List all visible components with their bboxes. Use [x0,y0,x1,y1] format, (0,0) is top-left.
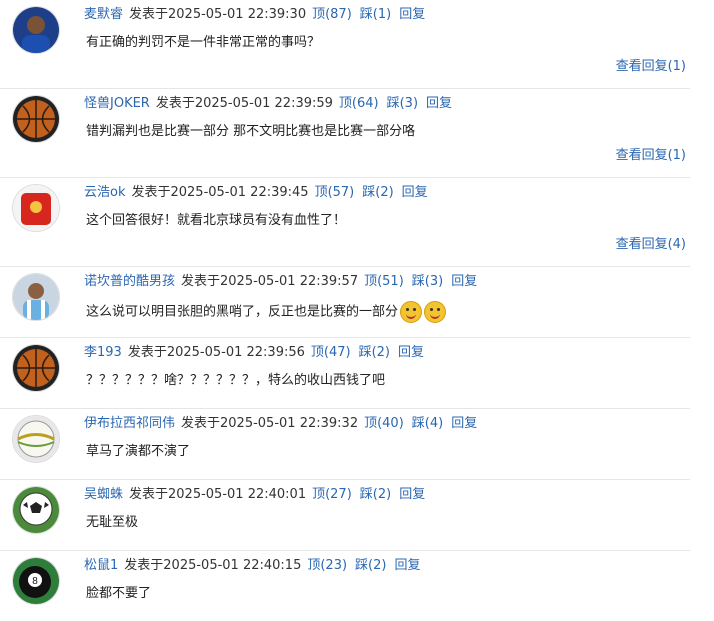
downvote-button[interactable]: 踩(3) [412,274,443,289]
post-time: 发表于2025-05-01 22:39:45 [131,185,309,200]
comment-text-body: 这么说可以明目张胆的黑哨了，反正也是比赛的一部分 [86,304,399,320]
post-time: 发表于2025-05-01 22:39:56 [127,345,305,360]
comment-meta: 怪兽JOKER 发表于2025-05-01 22:39:59 顶(64) 踩(3) 回复 [84,95,460,113]
comment-meta: 麦默睿 发表于2025-05-01 22:39:30 顶(87) 踩(1) 回复 [84,6,433,24]
post-time: 发表于2025-05-01 22:39:59 [155,96,333,111]
comment-text: 有正确的判罚不是一件非常正常的事吗？ [86,35,321,50]
post-time: 发表于2025-05-01 22:40:15 [124,558,302,573]
reply-button[interactable]: 回复 [402,185,428,200]
username-link[interactable]: 伊布拉西祁同伟 [84,416,175,431]
avatar[interactable] [12,95,60,143]
comment-text: 这么说可以明目张胆的黑哨了，反正也是比赛的一部分 [86,301,447,323]
comment-item: 云浩ok 发表于2025-05-01 22:39:45 顶(57) 踩(2) 回复 这个… [0,178,690,267]
avatar[interactable] [12,273,60,321]
downvote-button[interactable]: 踩(4) [412,416,443,431]
avatar[interactable] [12,6,60,54]
comment-text: 脸都不要了 [86,586,152,601]
post-time: 发表于2025-05-01 22:39:30 [129,7,307,22]
upvote-button[interactable]: 顶(47) [311,345,351,360]
username-link[interactable]: 诺坎普的酷男孩 [84,274,175,289]
username-link[interactable]: 怪兽JOKER [84,96,150,111]
comment-item: 怪兽JOKER 发表于2025-05-01 22:39:59 顶(64) 踩(3) 回复… [0,89,690,178]
comment-meta: 李193 发表于2025-05-01 22:39:56 顶(47) 踩(2) 回复 [84,344,432,362]
downvote-button[interactable]: 踩(2) [359,345,390,360]
reply-button[interactable]: 回复 [451,274,477,289]
comment-text: 错判漏判也是比赛一部分 那不文明比赛也是比赛一部分咯 [86,124,416,139]
comment-item: 诺坎普的酷男孩 发表于2025-05-01 22:39:57 顶(51) 踩(3) 回复… [0,267,690,338]
comment-meta: 诺坎普的酷男孩 发表于2025-05-01 22:39:57 顶(51) 踩(3) 回复 [84,273,485,291]
smirk-emoji-icon [424,301,447,323]
comment-text: 无耻至极 [86,515,139,530]
post-time: 发表于2025-05-01 22:39:32 [181,416,359,431]
comment-text: ？？？？？？啥？？？？？？，特么的收山西钱了吧 [86,373,386,388]
view-replies-link[interactable]: 查看回复(1) [616,147,686,165]
comment-item: 吴蜘蛛 发表于2025-05-01 22:40:01 顶(27) 踩(2) 回复 无耻至… [0,480,690,551]
comment-item: 8 松鼠1 发表于2025-05-01 22:40:15 顶(23) 踩(2) 回复 脸… [0,551,690,621]
downvote-button[interactable]: 踩(3) [387,96,418,111]
post-time: 发表于2025-05-01 22:40:01 [129,487,307,502]
comment-text: 草马了演都不演了 [86,444,191,459]
upvote-button[interactable]: 顶(64) [339,96,379,111]
downvote-button[interactable]: 踩(2) [360,487,391,502]
avatar[interactable] [12,344,60,392]
username-link[interactable]: 麦默睿 [84,7,123,22]
view-replies-link[interactable]: 查看回复(4) [616,236,686,254]
smirk-emoji-icon [400,301,423,323]
comment-item: 伊布拉西祁同伟 发表于2025-05-01 22:39:32 顶(40) 踩(4) 回复… [0,409,690,480]
downvote-button[interactable]: 踩(2) [362,185,393,200]
avatar[interactable] [12,415,60,463]
reply-button[interactable]: 回复 [399,7,425,22]
username-link[interactable]: 云浩ok [84,185,125,200]
username-link[interactable]: 李193 [84,345,122,360]
reply-button[interactable]: 回复 [451,416,477,431]
reply-button[interactable]: 回复 [394,558,420,573]
upvote-button[interactable]: 顶(87) [312,7,352,22]
comment-meta: 松鼠1 发表于2025-05-01 22:40:15 顶(23) 踩(2) 回复 [84,557,428,575]
comment-item: 李193 发表于2025-05-01 22:39:56 顶(47) 踩(2) 回复 ？？… [0,338,690,409]
username-link[interactable]: 吴蜘蛛 [84,487,123,502]
upvote-button[interactable]: 顶(40) [364,416,404,431]
reply-button[interactable]: 回复 [398,345,424,360]
reply-button[interactable]: 回复 [426,96,452,111]
svg-text:8: 8 [32,576,38,587]
username-link[interactable]: 松鼠1 [84,558,118,573]
reply-button[interactable]: 回复 [399,487,425,502]
avatar[interactable] [12,184,60,232]
upvote-button[interactable]: 顶(51) [364,274,404,289]
comment-item: 麦默睿 发表于2025-05-01 22:39:30 顶(87) 踩(1) 回复 有正确… [0,0,690,89]
downvote-button[interactable]: 踩(1) [360,7,391,22]
upvote-button[interactable]: 顶(57) [315,185,355,200]
comment-list: 麦默睿 发表于2025-05-01 22:39:30 顶(87) 踩(1) 回复 有正确… [0,0,714,621]
avatar[interactable]: 8 [12,557,60,605]
comment-meta: 吴蜘蛛 发表于2025-05-01 22:40:01 顶(27) 踩(2) 回复 [84,486,433,504]
avatar[interactable] [12,486,60,534]
upvote-button[interactable]: 顶(23) [307,558,347,573]
comment-text: 这个回答很好！就看北京球员有没有血性了！ [86,213,347,228]
comment-meta: 伊布拉西祁同伟 发表于2025-05-01 22:39:32 顶(40) 踩(4) 回复 [84,415,485,433]
comment-meta: 云浩ok 发表于2025-05-01 22:39:45 顶(57) 踩(2) 回复 [84,184,436,202]
upvote-button[interactable]: 顶(27) [312,487,352,502]
post-time: 发表于2025-05-01 22:39:57 [181,274,359,289]
view-replies-link[interactable]: 查看回复(1) [616,58,686,76]
downvote-button[interactable]: 踩(2) [355,558,386,573]
